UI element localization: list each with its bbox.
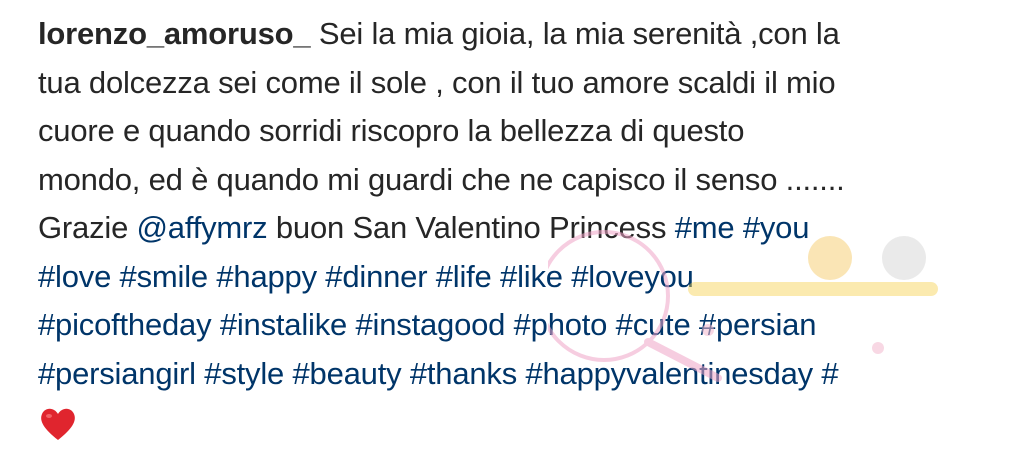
hashtag-link[interactable]: #picoftheday bbox=[38, 307, 212, 342]
hashtag-link[interactable]: #love bbox=[38, 259, 111, 294]
thanks-suffix: buon San Valentino Princess bbox=[267, 210, 675, 245]
caption-text-4: mondo, ed è quando mi guardi che ne capi… bbox=[38, 161, 845, 197]
caption-line-5: Grazie @affymrz buon San Valentino Princ… bbox=[38, 204, 998, 253]
hashtag-link[interactable]: #happy bbox=[216, 259, 317, 294]
hashtag-link[interactable]: #beauty bbox=[293, 356, 402, 391]
hashtag-link[interactable]: #photo bbox=[514, 307, 608, 342]
caption-line-6: #love #smile #happy #dinner #life #like … bbox=[38, 253, 998, 302]
thanks-prefix: Grazie bbox=[38, 210, 137, 245]
hashtag-link[interactable]: #life bbox=[436, 259, 492, 294]
mention-link[interactable]: @affymrz bbox=[137, 210, 268, 245]
hashtag-link[interactable]: #persiangirl bbox=[38, 356, 196, 391]
caption-text-2: tua dolcezza sei come il sole , con il t… bbox=[38, 64, 836, 100]
hashtag-link[interactable]: #cute bbox=[616, 307, 691, 342]
caption-line-8: #persiangirl #style #beauty #thanks #hap… bbox=[38, 350, 998, 399]
hashtag-link[interactable]: #instagood bbox=[356, 307, 506, 342]
caption-text-1: Sei la mia gioia, la mia serenità ,con l… bbox=[318, 16, 840, 51]
hashtag-link[interactable]: #style bbox=[204, 356, 284, 391]
hashtag-link[interactable]: #like bbox=[500, 259, 563, 294]
caption-line-9 bbox=[38, 398, 998, 459]
hashtag-link[interactable]: #smile bbox=[120, 259, 209, 294]
hashtag-link[interactable]: #persian bbox=[699, 307, 817, 342]
hashtag-link[interactable]: #dinner bbox=[325, 259, 427, 294]
post-caption: lorenzo_amoruso_ Sei la mia gioia, la mi… bbox=[38, 10, 998, 459]
caption-line-7: #picoftheday #instalike #instagood #phot… bbox=[38, 301, 998, 350]
username-link[interactable]: lorenzo_amoruso_ bbox=[38, 16, 311, 51]
hashtag-link[interactable]: #happyvalentinesday bbox=[525, 356, 813, 391]
hashtag-link[interactable]: #thanks bbox=[410, 356, 517, 391]
hashtag-link[interactable]: #me bbox=[675, 210, 735, 245]
caption-line-4: mondo, ed è quando mi guardi che ne capi… bbox=[38, 156, 998, 205]
caption-text-3: cuore e quando sorridi riscopro la belle… bbox=[38, 113, 745, 148]
red-heart-icon bbox=[41, 408, 75, 440]
hashtag-link[interactable]: # bbox=[821, 356, 838, 391]
hashtag-link[interactable]: #loveyou bbox=[571, 259, 694, 294]
caption-line-3: cuore e quando sorridi riscopro la belle… bbox=[38, 107, 998, 156]
caption-line-2: tua dolcezza sei come il sole , con il t… bbox=[38, 59, 998, 108]
hashtag-link[interactable]: #you bbox=[743, 210, 810, 245]
hashtag-link[interactable]: #instalike bbox=[220, 307, 347, 342]
caption-line-1: lorenzo_amoruso_ Sei la mia gioia, la mi… bbox=[38, 10, 998, 59]
